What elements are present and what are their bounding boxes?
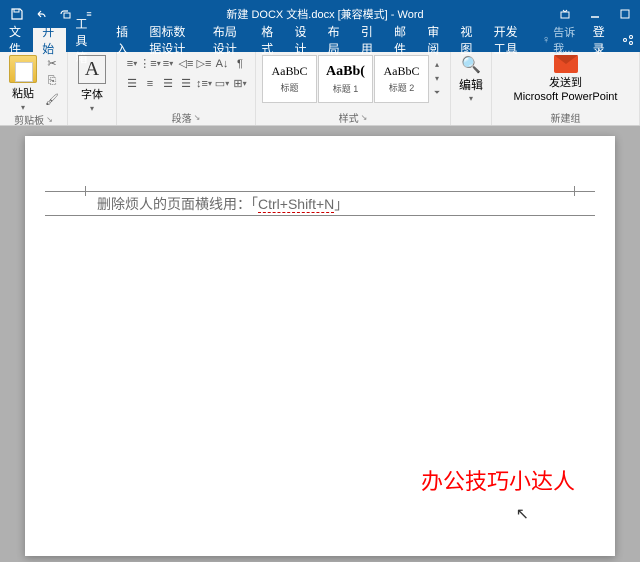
justify-button[interactable]: ☰ <box>177 75 195 92</box>
tab-review[interactable]: 审阅 <box>418 28 451 52</box>
cursor-icon: ↖ <box>516 504 529 524</box>
share-button[interactable] <box>616 28 640 52</box>
align-center-button[interactable]: ≡ <box>141 75 159 92</box>
tab-file[interactable]: 文件 <box>0 28 33 52</box>
sort-button[interactable]: A↓ <box>213 55 231 72</box>
chevron-down-icon: ▾ <box>469 94 473 103</box>
increase-indent-button[interactable]: ▷≡ <box>195 55 213 72</box>
send-to-powerpoint-button[interactable]: 发送到 Microsoft PowerPoint <box>514 55 618 103</box>
editing-button[interactable]: 🔍 编辑 ▾ <box>455 55 487 103</box>
maximize-button[interactable] <box>610 0 640 28</box>
tab-devtools[interactable]: 开发工具 <box>485 28 533 52</box>
paragraph-group: ≡▾ ⋮≡▾ ≡▾ ◁≡ ▷≡ A↓ ¶ ☰ ≡ ☰ ☰ ↕≡▾ ▭▾ ⊞▾ 段… <box>117 52 256 125</box>
format-painter-button[interactable]: 🖌 <box>43 91 61 107</box>
copy-button[interactable]: ⎘ <box>43 73 61 89</box>
editing-group: 🔍 编辑 ▾ <box>451 52 492 125</box>
font-button[interactable]: A 字体 ▾ <box>74 55 110 113</box>
tab-view[interactable]: 视图 <box>451 28 484 52</box>
cut-button[interactable]: ✂ <box>43 55 61 71</box>
clipboard-label: 剪贴板 <box>14 112 44 127</box>
watermark-text: 办公技巧小达人 <box>421 464 575 496</box>
font-group: A 字体 ▾ <box>68 52 117 125</box>
numbering-button[interactable]: ⋮≡▾ <box>141 55 159 72</box>
tab-format[interactable]: 格式 <box>252 28 285 52</box>
style-heading2[interactable]: AaBbC 标题 2 <box>374 55 429 103</box>
style-heading1[interactable]: AaBb( 标题 1 <box>318 55 373 103</box>
dialog-launcher-icon[interactable]: ↘ <box>46 115 53 124</box>
tab-icondata[interactable]: 图标数据设计 <box>140 28 204 52</box>
tab-layout[interactable]: 布局 <box>319 28 352 52</box>
document-canvas[interactable]: 删除烦人的页面横线用：「Ctrl+Shift+N」 办公技巧小达人 ↖ <box>0 126 640 562</box>
line-spacing-button[interactable]: ↕≡▾ <box>195 75 213 92</box>
multilevel-button[interactable]: ≡▾ <box>159 55 177 72</box>
tab-home[interactable]: 开始 <box>33 28 66 52</box>
align-right-button[interactable]: ☰ <box>159 75 177 92</box>
share-icon <box>622 34 634 46</box>
borders-button[interactable]: ⊞▾ <box>231 75 249 92</box>
paragraph-label: 段落 <box>172 110 192 125</box>
tab-design[interactable]: 设计 <box>285 28 318 52</box>
clipboard-group: 粘贴 ▾ ✂ ⎘ 🖌 剪贴板 ↘ <box>0 52 68 125</box>
tab-references[interactable]: 引用 <box>352 28 385 52</box>
ribbon-tabs: 文件 开始 工具箱 插入 图标数据设计 布局设计 格式 设计 布局 引用 邮件 … <box>0 28 640 52</box>
style-title[interactable]: AaBbC 标题 <box>262 55 317 103</box>
login-button[interactable]: 登录 <box>585 28 616 52</box>
find-icon: 🔍 <box>461 55 481 75</box>
font-icon: A <box>78 55 106 84</box>
decrease-indent-button[interactable]: ◁≡ <box>177 55 195 72</box>
newgroup-group: 发送到 Microsoft PowerPoint 新建组 <box>492 52 640 125</box>
dialog-launcher-icon[interactable]: ↘ <box>194 113 201 122</box>
lightbulb-icon: ♀ <box>542 34 550 46</box>
styles-more-button[interactable]: ▴▾⏷ <box>430 55 444 103</box>
powerpoint-icon <box>554 55 578 73</box>
document-text[interactable]: 删除烦人的页面横线用：「Ctrl+Shift+N」 <box>97 194 348 214</box>
tab-layoutdesign[interactable]: 布局设计 <box>204 28 252 52</box>
newgroup-label: 新建组 <box>498 110 633 124</box>
ribbon: 粘贴 ▾ ✂ ⎘ 🖌 剪贴板 ↘ A 字体 ▾ ≡▾ ⋮≡▾ ≡▾ <box>0 52 640 126</box>
styles-label: 样式 <box>339 110 359 125</box>
tab-toolbox[interactable]: 工具箱 <box>66 28 107 52</box>
tab-insert[interactable]: 插入 <box>107 28 140 52</box>
show-marks-button[interactable]: ¶ <box>231 55 249 72</box>
undo-button[interactable] <box>30 3 52 25</box>
styles-group: AaBbC 标题 AaBb( 标题 1 AaBbC 标题 2 ▴▾⏷ 样式 ↘ <box>256 52 451 125</box>
align-left-button[interactable]: ☰ <box>123 75 141 92</box>
shading-button[interactable]: ▭▾ <box>213 75 231 92</box>
paste-button[interactable]: 粘贴 ▾ <box>6 55 40 112</box>
tab-mail[interactable]: 邮件 <box>385 28 418 52</box>
page[interactable]: 删除烦人的页面横线用：「Ctrl+Shift+N」 办公技巧小达人 ↖ <box>25 136 615 556</box>
tell-me[interactable]: ♀ 告诉我... <box>533 28 585 52</box>
window-title: 新建 DOCX 文档.docx [兼容模式] - Word <box>100 6 550 22</box>
paste-icon <box>9 55 37 83</box>
dialog-launcher-icon[interactable]: ↘ <box>361 113 368 122</box>
save-button[interactable] <box>6 3 28 25</box>
chevron-down-icon: ▾ <box>90 104 94 113</box>
redo-button[interactable] <box>54 3 76 25</box>
